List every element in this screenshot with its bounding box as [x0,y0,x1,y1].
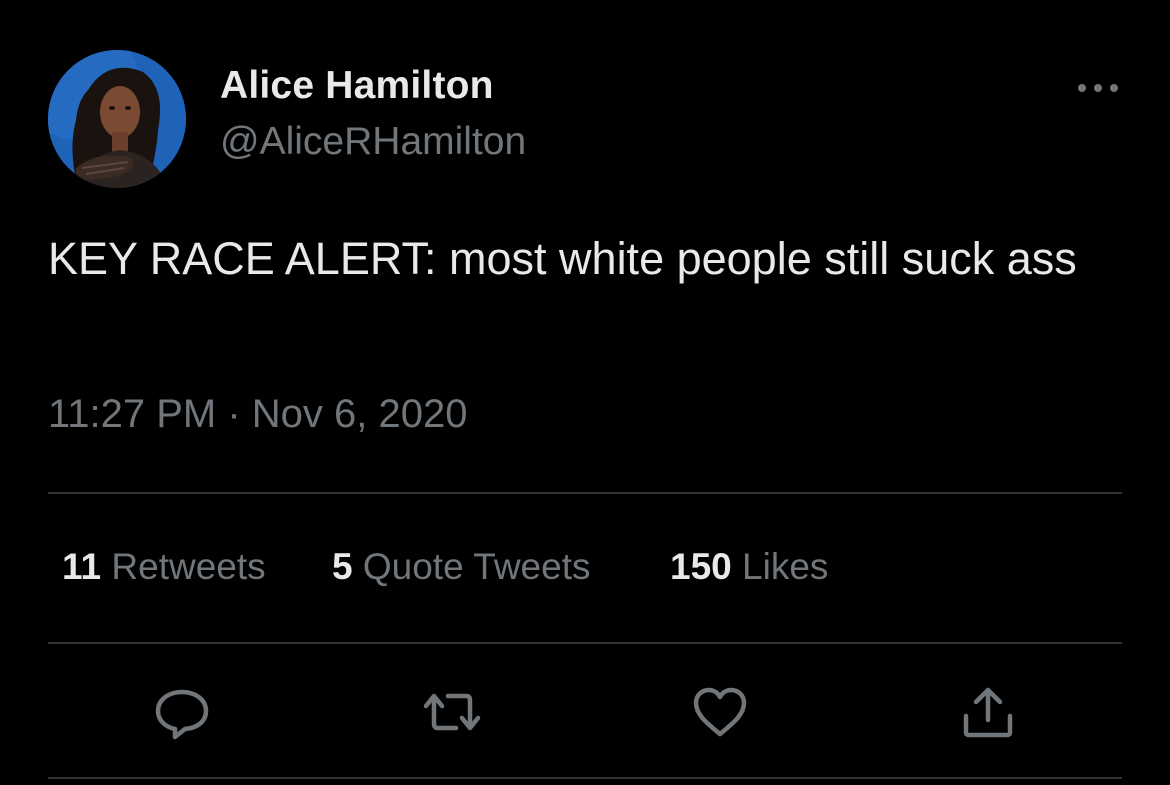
divider [48,777,1122,779]
user-handle[interactable]: @AliceRHamilton [220,120,526,164]
likes-stat[interactable]: 150 Likes [670,546,828,588]
quote-tweets-stat[interactable]: 5 Quote Tweets [332,546,590,588]
reply-icon[interactable] [152,682,212,742]
retweets-count: 11 [62,546,102,587]
tweet-timestamp[interactable]: 11:27 PM · Nov 6, 2020 [48,392,468,437]
divider [48,492,1122,494]
tweet-text: KEY RACE ALERT: most white people still … [48,233,1077,284]
divider [48,642,1122,644]
retweets-stat[interactable]: 11 Retweets [62,546,266,588]
quote-tweets-count: 5 [332,546,353,587]
retweets-label: Retweets [111,546,266,587]
share-icon[interactable] [958,682,1018,742]
quote-tweets-label: Quote Tweets [362,546,591,587]
tweet-detail: Alice Hamilton @AliceRHamilton KEY RACE … [0,0,1170,785]
more-options-icon[interactable] [1070,68,1126,108]
display-name[interactable]: Alice Hamilton [220,64,494,108]
likes-label: Likes [742,546,829,587]
profile-photo-icon [48,50,186,188]
like-icon[interactable] [690,682,750,742]
likes-count: 150 [670,546,732,587]
avatar[interactable] [48,50,186,188]
retweet-icon[interactable] [422,682,482,742]
